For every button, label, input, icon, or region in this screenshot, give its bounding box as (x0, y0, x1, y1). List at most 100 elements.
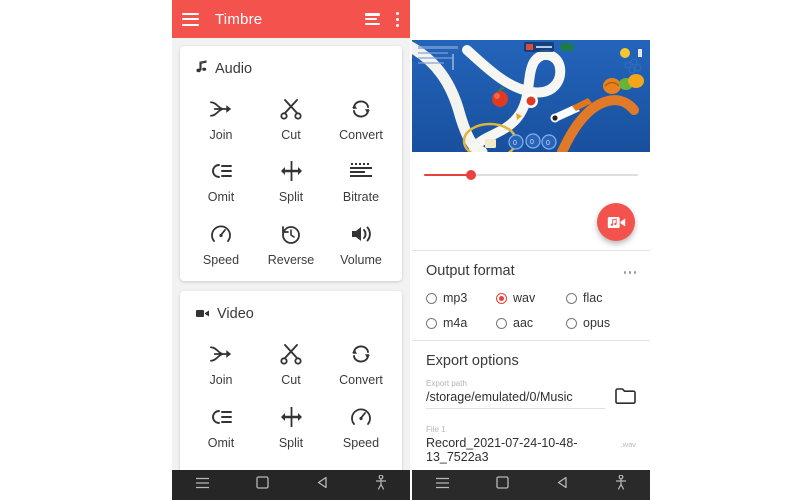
tool-label: Join (209, 128, 233, 142)
file-name-row[interactable]: Record_2021-07-24-10-48-13_7522a3 .wav (426, 436, 636, 464)
file-label: File 1 (426, 425, 446, 434)
radio-label: mp3 (443, 291, 468, 305)
audio-tool-join[interactable]: Join (186, 88, 256, 146)
video-camera-icon (196, 305, 209, 323)
phone-screen-left: Timbre Audio Join Cut Convert Omit Split… (172, 0, 410, 500)
accessibility-person-icon[interactable] (375, 474, 387, 495)
accessibility-person-icon[interactable] (615, 474, 627, 495)
app-title: Timbre (215, 10, 263, 28)
tool-label: Cut (281, 373, 301, 388)
speedometer-icon (350, 402, 372, 432)
hamburger-icon[interactable] (182, 12, 199, 26)
radio-flac[interactable]: flac (566, 291, 636, 305)
radio-label: opus (583, 316, 611, 330)
scissors-icon (280, 94, 302, 124)
back-triangle-icon[interactable] (556, 476, 569, 494)
android-navbar-right (412, 470, 650, 500)
radio-mp3[interactable]: mp3 (426, 291, 496, 305)
radio-m4a[interactable]: m4a (426, 316, 496, 330)
music-note-icon (196, 60, 207, 78)
audio-tool-cut[interactable]: Cut (256, 88, 326, 146)
radio-dot (496, 292, 507, 304)
audio-tool-convert[interactable]: Convert (326, 88, 396, 146)
tool-label: Omit (207, 435, 235, 450)
folder-icon[interactable] (615, 387, 636, 409)
svg-text:0: 0 (530, 139, 534, 146)
audio-tool-volume[interactable]: Volume (326, 213, 396, 271)
back-triangle-icon[interactable] (316, 476, 329, 494)
android-navbar-left (172, 470, 410, 500)
radio-wav[interactable]: wav (496, 291, 566, 305)
tool-label: Convert (339, 373, 383, 388)
tool-label: Reverse (267, 252, 315, 267)
seek-fill (424, 174, 472, 176)
radio-dot (496, 317, 507, 329)
audio-tool-speed[interactable]: Speed (186, 213, 256, 271)
radio-dot (426, 317, 437, 329)
panel-seam (410, 0, 412, 500)
output-format-title: Output format (426, 263, 515, 279)
radio-dot (426, 292, 437, 304)
bitrate-bars-icon (349, 156, 373, 186)
tool-label: Join (209, 373, 233, 388)
right-content: 000 Output format mp3 wav flac m4a aac o… (412, 0, 650, 474)
video-tool-convert[interactable]: Convert (326, 333, 396, 391)
radio-label: aac (513, 316, 534, 330)
video-tool-cut[interactable]: Cut (256, 333, 326, 391)
tool-label: Omit (207, 190, 235, 205)
tools-scroll-area[interactable]: Audio Join Cut Convert Omit Split Bitrat… (172, 38, 410, 500)
menu-icon[interactable] (435, 476, 450, 494)
reverse-clock-icon (280, 219, 302, 249)
seek-thumb[interactable] (466, 170, 477, 180)
video-to-audio-fab[interactable] (597, 203, 635, 241)
radio-label: flac (583, 291, 603, 305)
audio-card-label: Audio (215, 61, 253, 77)
tool-label: Speed (202, 252, 240, 267)
audio-tool-omit[interactable]: Omit (186, 150, 256, 208)
video-preview[interactable]: 0 0 0 (412, 40, 650, 152)
export-file-block: File 1 Record_2021-07-24-10-48-13_7522a3… (426, 425, 636, 464)
tool-label: Volume (340, 252, 382, 267)
tool-label: Split (278, 190, 304, 205)
merge-arrow-icon (209, 94, 234, 124)
audio-tool-bitrate[interactable]: Bitrate (326, 150, 396, 208)
svg-text:0: 0 (546, 140, 550, 147)
export-path-input[interactable]: Export path /storage/emulated/0/Music (426, 379, 605, 409)
more-horiz-icon[interactable] (623, 263, 636, 274)
list-view-icon[interactable] (365, 13, 380, 25)
tool-label: Split (278, 435, 304, 450)
export-path-value: /storage/emulated/0/Music (426, 390, 573, 404)
recents-square-icon[interactable] (256, 476, 270, 494)
omit-lines-icon (210, 402, 233, 432)
video-tool-join[interactable]: Join (186, 333, 256, 391)
format-radio-group: mp3 wav flac m4a aac opus (426, 291, 636, 330)
seek-slider[interactable] (412, 152, 650, 198)
tool-label: Convert (339, 128, 383, 142)
convert-loop-icon (350, 339, 372, 369)
export-options-section: Export options Export path /storage/emul… (412, 341, 650, 474)
speedometer-icon (210, 219, 232, 249)
menu-icon[interactable] (195, 476, 210, 494)
radio-dot (566, 317, 577, 329)
audio-tool-grid: Join Cut Convert Omit Split Bitrate Spee… (186, 88, 396, 271)
file-extension: .wav (620, 440, 636, 449)
recents-square-icon[interactable] (496, 476, 510, 494)
video-tool-split[interactable]: Split (256, 396, 326, 454)
video-tool-omit[interactable]: Omit (186, 396, 256, 454)
export-options-title: Export options (426, 353, 519, 369)
audio-card-header: Audio (186, 58, 396, 88)
radio-opus[interactable]: opus (566, 316, 636, 330)
audio-tool-reverse[interactable]: Reverse (256, 213, 326, 271)
file-name-value: Record_2021-07-24-10-48-13_7522a3 (426, 436, 578, 464)
video-tool-speed[interactable]: Speed (326, 396, 396, 454)
audio-card: Audio Join Cut Convert Omit Split Bitrat… (180, 46, 402, 282)
audio-tool-split[interactable]: Split (256, 150, 326, 208)
omit-lines-icon (210, 156, 233, 186)
tool-label: Bitrate (342, 190, 380, 205)
seek-track[interactable] (424, 170, 638, 180)
export-path-label: Export path (426, 379, 467, 388)
radio-label: m4a (443, 316, 468, 330)
tool-label: Speed (342, 435, 380, 450)
more-vert-icon[interactable] (396, 11, 400, 27)
radio-aac[interactable]: aac (496, 316, 566, 330)
